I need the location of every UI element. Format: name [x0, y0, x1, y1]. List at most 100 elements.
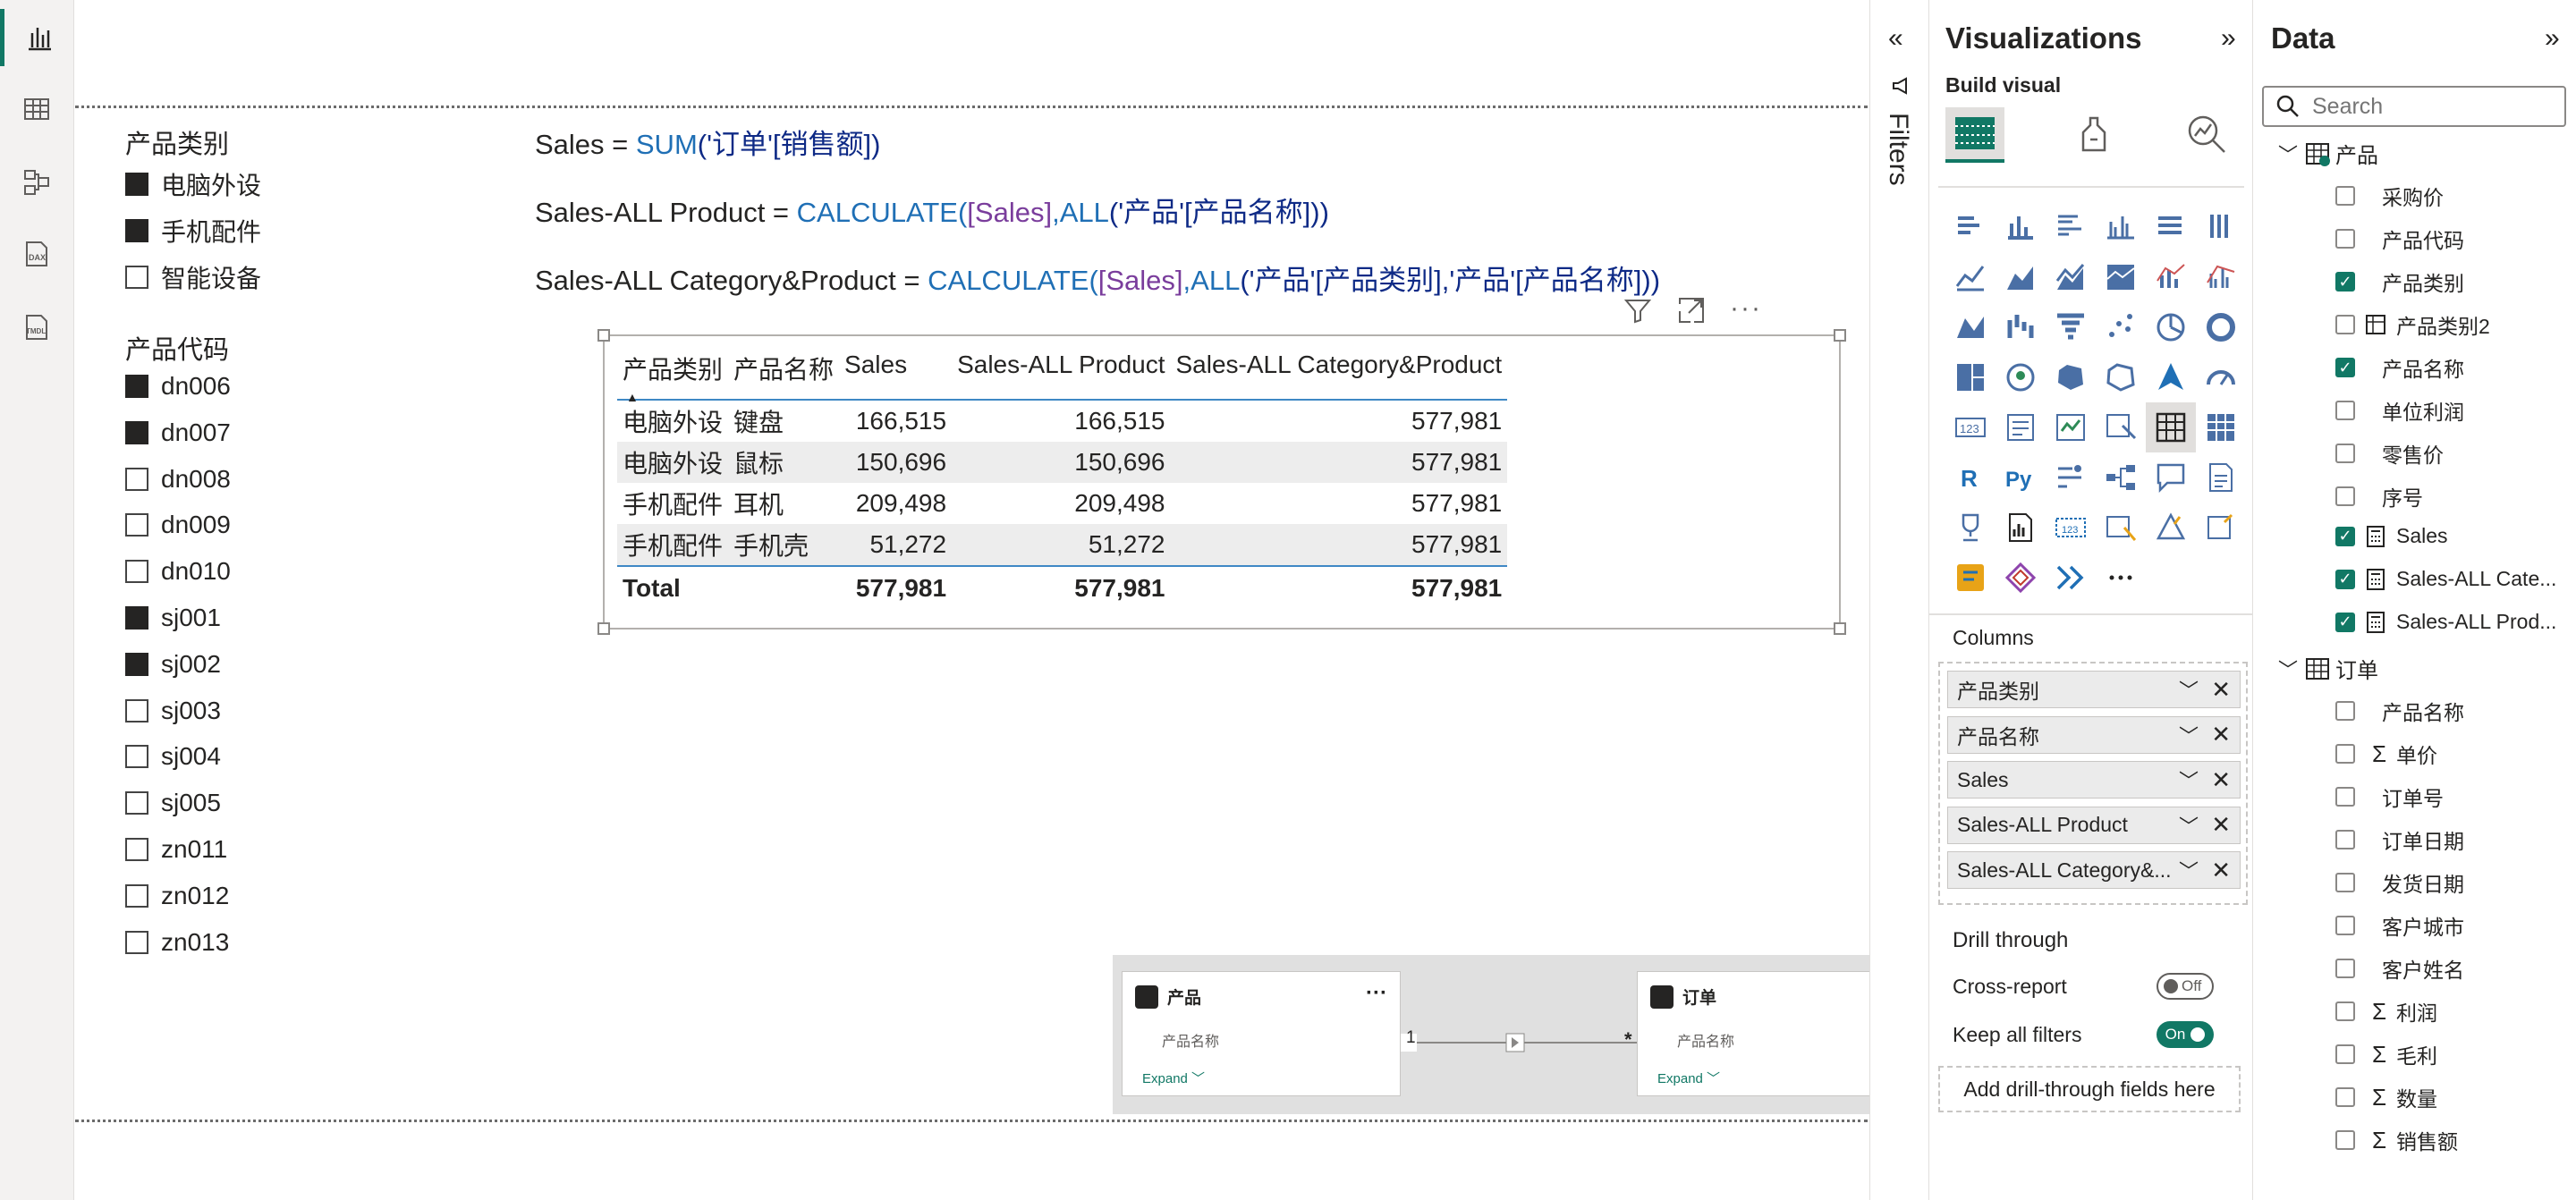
field-item[interactable]: Σ 数量 [2335, 1082, 2437, 1112]
map-icon[interactable] [1996, 352, 2046, 402]
keep-filters-toggle[interactable]: On [2157, 1021, 2214, 1048]
narrative-icon[interactable] [2196, 452, 2246, 503]
field-item[interactable]: 产品代码 [2335, 224, 2464, 254]
checkbox[interactable] [2335, 830, 2355, 849]
drill-through-well[interactable]: Add drill-through fields here [1938, 1066, 2241, 1112]
shape-map-icon[interactable] [2096, 352, 2146, 402]
power-apps-icon[interactable] [2146, 503, 2196, 553]
field-item[interactable]: 采购价 [2335, 181, 2444, 211]
checkbox[interactable] [2335, 401, 2355, 420]
remove-icon[interactable]: ✕ [2211, 766, 2231, 794]
expand-link[interactable]: Expand ﹀ [1142, 1069, 1205, 1087]
scatter-icon[interactable] [2096, 302, 2146, 352]
field-item[interactable]: ✓ Sales [2335, 524, 2448, 548]
checkbox[interactable] [2335, 486, 2355, 506]
checkbox[interactable] [2335, 1130, 2355, 1150]
resize-handle[interactable] [1834, 622, 1846, 635]
slicer-item[interactable]: sj001 [125, 604, 221, 632]
filters-pane-collapsed[interactable]: « Filters [1869, 0, 1929, 1200]
field-item[interactable]: 序号 [2335, 481, 2423, 511]
button-slicer-icon[interactable] [2096, 503, 2146, 553]
slicer-item[interactable]: sj003 [125, 697, 221, 725]
stacked-column-icon[interactable] [1996, 202, 2046, 252]
100-area-icon[interactable] [2096, 252, 2146, 302]
chevron-down-icon[interactable]: ﹀ [2179, 721, 2199, 749]
relationship-line[interactable] [1401, 1032, 1637, 1053]
chevron-down-icon[interactable]: ﹀ [2278, 655, 2298, 683]
build-visual-tab[interactable] [1945, 107, 2004, 163]
multi-row-card-icon[interactable] [1996, 402, 2046, 452]
checkbox[interactable] [2335, 444, 2355, 463]
checkbox[interactable] [125, 467, 148, 491]
remove-icon[interactable]: ✕ [2211, 857, 2231, 884]
slicer-item[interactable]: 电脑外设 [125, 166, 261, 202]
checkbox-checked[interactable] [125, 219, 148, 242]
slicer-item[interactable]: dn010 [125, 557, 231, 586]
checkbox[interactable] [2335, 744, 2355, 764]
format-visual-icon[interactable] [2074, 114, 2114, 154]
checkbox[interactable] [2335, 873, 2355, 892]
cross-report-toggle[interactable]: Off [2157, 973, 2214, 1000]
resize-handle[interactable] [597, 622, 610, 635]
chevron-down-icon[interactable]: ﹀ [2179, 675, 2199, 704]
slicer-item[interactable]: zn012 [125, 882, 229, 910]
table-row[interactable]: 电脑外设 键盘 166,515 166,515 577,981 [617, 400, 1507, 442]
field-item[interactable]: 订单日期 [2335, 824, 2464, 855]
expand-link[interactable]: Expand ﹀ [1657, 1069, 1720, 1087]
column-header[interactable]: Sales-ALL Product [952, 342, 1171, 401]
slicer-item[interactable]: sj004 [125, 742, 221, 771]
checkbox-checked[interactable]: ✓ [2335, 526, 2355, 546]
remove-icon[interactable]: ✕ [2211, 811, 2231, 839]
checkbox[interactable] [2335, 787, 2355, 807]
card-icon[interactable]: 123 [1945, 402, 1996, 452]
slicer-item[interactable]: 手机配件 [125, 213, 261, 249]
table-node[interactable]: ﹀ 订单 [2278, 653, 2378, 684]
dax-query-view-icon[interactable]: DAX [0, 225, 73, 283]
slicer-item[interactable]: zn013 [125, 928, 229, 957]
checkbox[interactable] [125, 883, 148, 908]
qa-icon[interactable] [2146, 452, 2196, 503]
column-well-item[interactable]: Sales-ALL Product ﹀ ✕ [1947, 806, 2241, 844]
search-box[interactable] [2262, 86, 2566, 127]
matrix-icon[interactable] [2196, 402, 2246, 452]
checkbox[interactable] [2335, 916, 2355, 935]
checkbox[interactable] [2335, 186, 2355, 206]
line-column-icon[interactable] [2146, 252, 2196, 302]
checkbox[interactable] [125, 513, 148, 537]
field-item[interactable]: ✓ Sales-ALL Cate... [2335, 567, 2556, 591]
slicer-item[interactable]: sj005 [125, 789, 221, 817]
field-item[interactable]: Σ 利润 [2335, 996, 2437, 1027]
field-item[interactable]: 客户城市 [2335, 910, 2464, 941]
slicer-item[interactable]: zn011 [125, 835, 227, 864]
remove-icon[interactable]: ✕ [2211, 676, 2231, 704]
checkbox[interactable] [125, 745, 148, 769]
donut-icon[interactable] [2196, 302, 2246, 352]
resize-handle[interactable] [597, 329, 610, 342]
filter-icon[interactable] [1623, 295, 1653, 325]
more-visuals-icon[interactable] [2096, 553, 2146, 603]
checkbox[interactable] [125, 560, 148, 584]
diamond-icon[interactable] [1996, 553, 2046, 603]
azure-map-icon[interactable] [2146, 352, 2196, 402]
analytics-icon[interactable] [2185, 113, 2228, 156]
field-item[interactable]: Σ 单价 [2335, 739, 2437, 769]
model-view-icon[interactable] [0, 154, 73, 211]
field-item[interactable]: 单位利润 [2335, 395, 2464, 426]
stacked-area-icon[interactable] [2046, 252, 2096, 302]
checkbox[interactable] [2335, 1044, 2355, 1064]
power-automate-icon[interactable] [2196, 503, 2246, 553]
slicer-item[interactable]: dn009 [125, 511, 231, 539]
more-options-icon[interactable]: ··· [1730, 295, 1762, 325]
column-well-item[interactable]: Sales-ALL Category&... ﹀ ✕ [1947, 851, 2241, 889]
field-item[interactable]: 客户姓名 [2335, 953, 2464, 984]
checkbox-checked[interactable]: ✓ [2335, 569, 2355, 589]
checkbox-checked[interactable] [125, 652, 148, 676]
power-automate-flow-icon[interactable] [1945, 553, 1996, 603]
column-header[interactable]: 产品类别 ▲ [617, 342, 729, 404]
line-chart-icon[interactable] [1945, 252, 1996, 302]
100-stacked-bar-icon[interactable] [2146, 202, 2196, 252]
waterfall-icon[interactable] [1996, 302, 2046, 352]
checkbox[interactable] [125, 838, 148, 861]
collapse-left-icon[interactable]: « [1888, 23, 1903, 54]
table-visual[interactable]: 产品类别 ▲ 产品名称 Sales Sales-ALL Product Sales… [597, 329, 1846, 635]
